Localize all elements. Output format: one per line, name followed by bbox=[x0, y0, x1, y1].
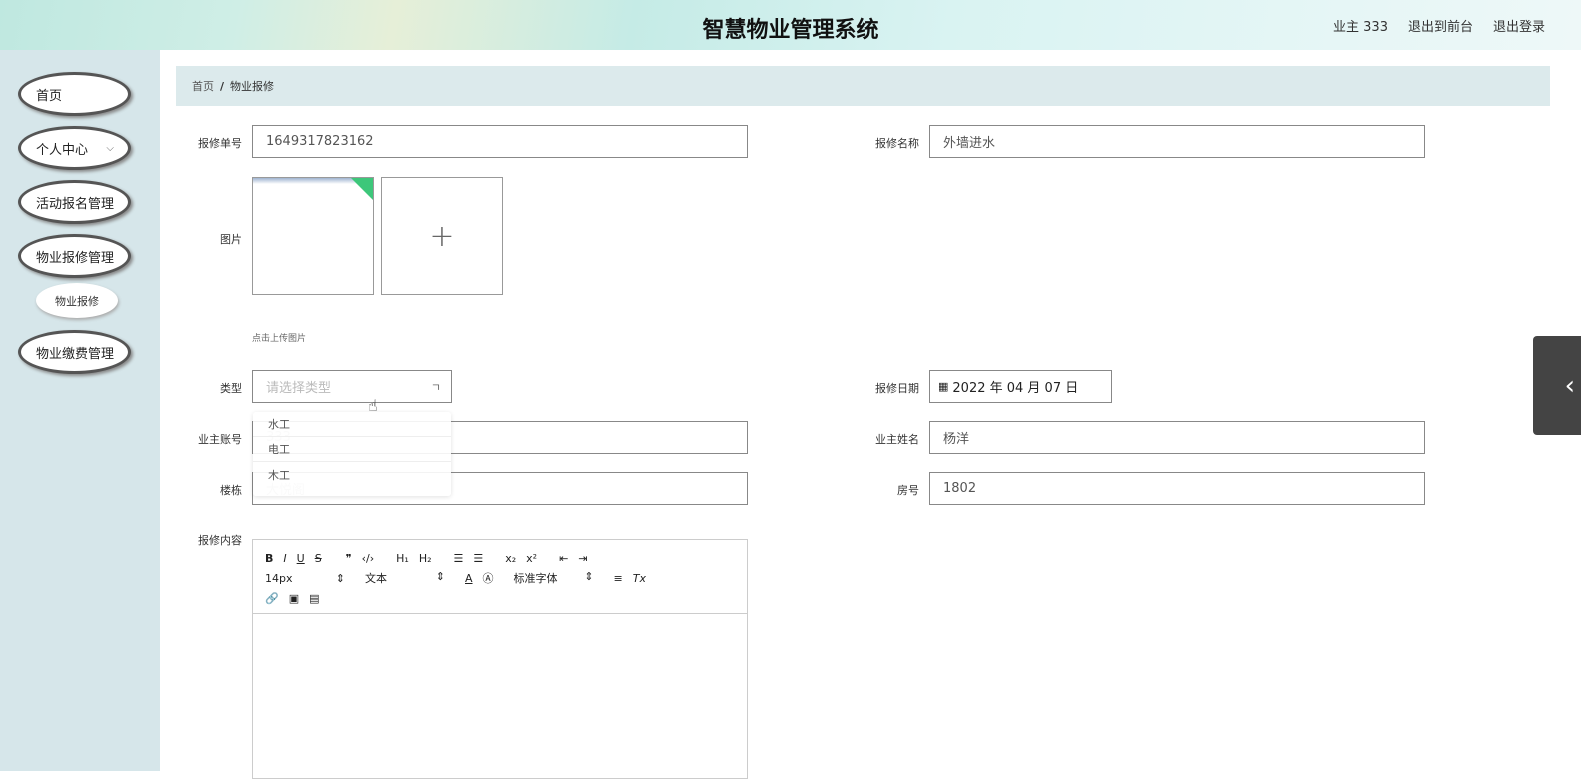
chevron-down-icon: ⌵ bbox=[106, 142, 114, 154]
type-option[interactable]: 水工 bbox=[253, 412, 451, 437]
header: 智慧物业管理系统 业主 333 退出到前台 退出登录 bbox=[0, 0, 1581, 50]
side-panel-toggle[interactable]: ‹ bbox=[1533, 336, 1581, 435]
nav-label: 物业缴费管理 bbox=[36, 346, 115, 362]
type-dropdown: 水工 电工 木工 bbox=[253, 412, 451, 496]
superscript-icon[interactable]: x² bbox=[526, 552, 537, 565]
order-input[interactable]: 1649317823162 bbox=[252, 125, 748, 158]
nav-label: 首页 bbox=[36, 88, 63, 104]
image-label: 图片 bbox=[220, 233, 242, 246]
chevron-icon: ㄱ bbox=[430, 380, 441, 394]
format-value: 文本 bbox=[365, 572, 387, 585]
front-link[interactable]: 退出到前台 bbox=[1408, 16, 1473, 35]
bold-icon[interactable]: B bbox=[265, 552, 273, 565]
format-select[interactable]: 文本 ⇕ bbox=[365, 570, 445, 586]
room-input[interactable]: 1802 bbox=[929, 472, 1425, 505]
font-color-icon[interactable]: A bbox=[465, 572, 473, 585]
code-icon[interactable]: ‹/› bbox=[362, 552, 375, 565]
quote-icon[interactable]: ❞ bbox=[346, 552, 352, 565]
outdent-icon[interactable]: ⇤ bbox=[559, 552, 568, 565]
size-value: 14px bbox=[265, 571, 293, 585]
hand-cursor-icon: ☝ bbox=[368, 396, 378, 415]
uploaded-image[interactable] bbox=[252, 177, 374, 295]
user-label: 业主 333 bbox=[1333, 20, 1388, 35]
font-select[interactable]: 标准字体 ⇕ bbox=[514, 570, 594, 586]
image-icon[interactable]: ▣ bbox=[289, 592, 299, 605]
room-label: 房号 bbox=[897, 484, 919, 497]
breadcrumb: 首页 / 物业报修 bbox=[176, 66, 1550, 106]
bullet-list-icon[interactable]: ☰ bbox=[473, 552, 483, 565]
owner-input[interactable]: 杨洋 bbox=[929, 421, 1425, 454]
indent-icon[interactable]: ⇥ bbox=[578, 552, 587, 565]
strike-icon[interactable]: S bbox=[315, 552, 322, 565]
clear-format-icon[interactable]: Tx bbox=[633, 572, 646, 585]
sidebar-item-fee[interactable]: 物业缴费管理 bbox=[18, 330, 131, 374]
plus-icon: + bbox=[429, 218, 455, 254]
account-label: 业主账号 bbox=[198, 433, 242, 446]
font-value: 标准字体 bbox=[513, 572, 558, 585]
editor-toolbar: BIUS ❞ ‹/› H₁ H₂ ☰ ☰ x₂ x² ⇤ ⇥ 14px ⇕ 文本 ⇕ A Ⓐ… bbox=[253, 540, 747, 614]
h2-icon[interactable]: H₂ bbox=[419, 552, 432, 565]
content-label: 报修内容 bbox=[198, 534, 242, 547]
sidebar-item-home[interactable]: 首页 bbox=[18, 72, 131, 116]
owner-label: 业主姓名 bbox=[875, 433, 919, 446]
date-input[interactable]: ▦ 2022 年 04 月 07 日 bbox=[929, 370, 1112, 403]
breadcrumb-current: 物业报修 bbox=[230, 80, 275, 93]
type-label: 类型 bbox=[220, 382, 242, 395]
type-option[interactable]: 电工 bbox=[253, 437, 451, 462]
type-placeholder: 请选择类型 bbox=[266, 381, 332, 396]
sidebar: 首页 个人中心 ⌵ 活动报名管理 物业报修管理 物业报修 物业缴费管理 bbox=[0, 50, 160, 771]
nav-label: 物业报修管理 bbox=[36, 250, 115, 266]
background-color-icon[interactable]: Ⓐ bbox=[483, 570, 494, 586]
sidebar-subitem-repair[interactable]: 物业报修 bbox=[36, 283, 118, 318]
logout-link[interactable]: 退出登录 bbox=[1493, 16, 1545, 35]
order-label: 报修单号 bbox=[198, 137, 242, 150]
type-option[interactable]: 木工 bbox=[253, 462, 451, 487]
ordered-list-icon[interactable]: ☰ bbox=[454, 552, 464, 565]
breadcrumb-sep: / bbox=[220, 79, 225, 93]
building-label: 楼栋 bbox=[220, 484, 242, 497]
date-value: 2022 年 04 月 07 日 bbox=[952, 381, 1079, 396]
size-select[interactable]: 14px ⇕ bbox=[265, 572, 345, 585]
subscript-icon[interactable]: x₂ bbox=[505, 552, 516, 565]
sidebar-item-repair[interactable]: 物业报修管理 bbox=[18, 234, 131, 278]
chevron-left-icon: ‹ bbox=[1564, 370, 1575, 401]
calendar-icon: ▦ bbox=[938, 380, 949, 393]
name-input[interactable]: 外墙进水 bbox=[929, 125, 1425, 158]
name-label: 报修名称 bbox=[875, 137, 919, 150]
italic-icon[interactable]: I bbox=[283, 552, 286, 565]
sidebar-item-activity[interactable]: 活动报名管理 bbox=[18, 180, 131, 224]
nav-label: 个人中心 bbox=[36, 142, 89, 158]
link-icon[interactable]: 🔗 bbox=[265, 592, 279, 605]
h1-icon[interactable]: H₁ bbox=[396, 552, 409, 565]
underline-icon[interactable]: U bbox=[297, 552, 305, 565]
success-check-icon bbox=[351, 178, 373, 200]
type-select[interactable]: 请选择类型 ㄱ bbox=[252, 370, 452, 403]
nav-label: 活动报名管理 bbox=[36, 196, 115, 212]
rich-text-editor: BIUS ❞ ‹/› H₁ H₂ ☰ ☰ x₂ x² ⇤ ⇥ 14px ⇕ 文本 ⇕ A Ⓐ… bbox=[252, 539, 748, 779]
video-icon[interactable]: ▤ bbox=[309, 592, 319, 605]
upload-hint: 点击上传图片 bbox=[252, 334, 307, 344]
sidebar-item-profile[interactable]: 个人中心 ⌵ bbox=[18, 126, 131, 170]
date-label: 报修日期 bbox=[875, 382, 919, 395]
upload-add-button[interactable]: + bbox=[381, 177, 503, 295]
breadcrumb-home[interactable]: 首页 bbox=[192, 78, 214, 94]
align-icon[interactable]: ≡ bbox=[614, 572, 623, 585]
